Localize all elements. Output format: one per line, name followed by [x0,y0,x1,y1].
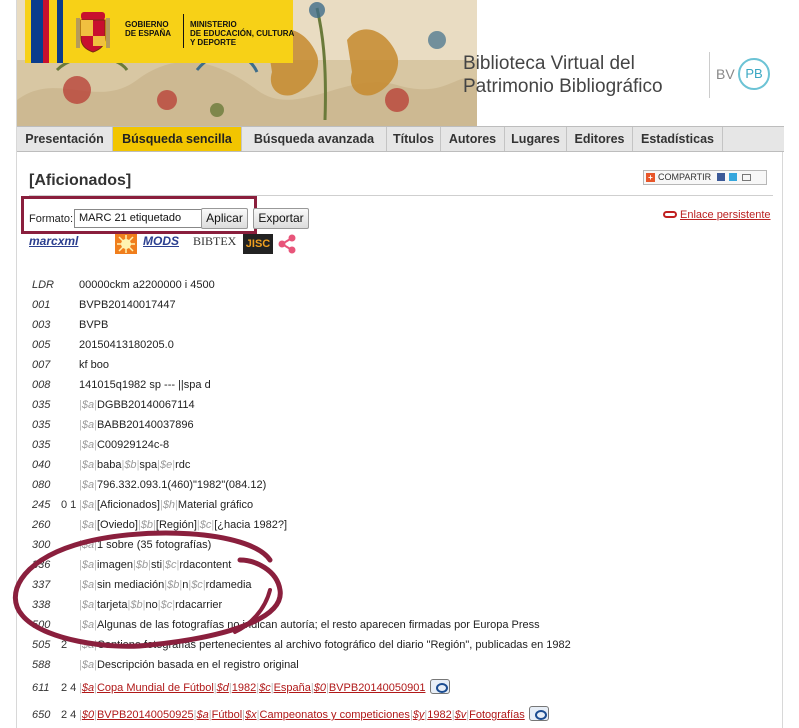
authority-link[interactable]: BVPB20140050901 [329,682,426,694]
spain-flag-icon [31,0,63,63]
page: GOBIERNO DE ESPAÑA MINISTERIO DE EDUCACI… [16,0,784,728]
main-nav: Presentación Búsqueda sencilla Búsqueda … [17,126,784,152]
subfield-link[interactable]: $x [245,709,257,721]
mail-icon [741,174,751,181]
subject-link[interactable]: 1982 [232,682,256,694]
mods-icon[interactable]: MODS [143,234,189,254]
authority-record-icon[interactable] [429,679,450,694]
record-title: [Aficionados] [29,172,132,189]
marcxml-icon[interactable]: marcxml [29,234,113,254]
government-label: GOBIERNO DE ESPAÑA [125,20,172,38]
ministry-label: MINISTERIO DE EDUCACIÓN, CULTURA Y DEPOR… [190,20,295,47]
subfield-link[interactable]: $a [82,682,94,694]
nav-item-busqueda-sencilla[interactable]: Búsqueda sencilla [113,127,242,151]
subfield-link[interactable]: $d [217,682,229,694]
format-label: Formato: [29,213,74,225]
nav-item-estadisticas[interactable]: Estadísticas [633,127,723,151]
nav-item-editores[interactable]: Editores [567,127,633,151]
subfield-link[interactable]: $0 [82,709,94,721]
share-button[interactable]: + COMPARTIR [643,170,767,185]
authority-link[interactable]: BVPB20140050925 [97,709,194,721]
subject-link[interactable]: Copa Mundial de Fútbol [97,682,214,694]
jisc-icon[interactable]: JISC [243,234,273,254]
link-icon [663,211,677,218]
nav-item-busqueda-avanzada[interactable]: Búsqueda avanzada [242,127,387,151]
header-banner: GOBIERNO DE ESPAÑA MINISTERIO DE EDUCACI… [17,0,784,126]
plus-icon: + [646,173,655,182]
subfield-link[interactable]: $0 [314,682,326,694]
bvpb-logo[interactable]: BV PB [709,52,770,98]
coat-of-arms-icon [76,12,110,53]
share-graph-icon[interactable] [277,234,297,254]
subfield-link[interactable]: $y [413,709,425,721]
rdf-icon[interactable] [115,234,137,254]
format-select[interactable]: MARC 21 etiquetado ▼ [74,209,214,228]
subject-link[interactable]: Campeonatos y competiciones [260,709,410,721]
twitter-icon [729,173,738,181]
authority-record-icon[interactable] [528,706,549,721]
subfield-link[interactable]: $a [196,709,208,721]
subject-link[interactable]: Fotografías [469,709,525,721]
export-button[interactable]: Exportar [253,208,309,229]
apply-button[interactable]: Aplicar [201,208,248,229]
nav-item-lugares[interactable]: Lugares [505,127,567,151]
subject-link[interactable]: España [274,682,311,694]
subfield-link[interactable]: $c [259,682,271,694]
permalink-link[interactable]: Enlace persistente [663,209,771,221]
nav-item-autores[interactable]: Autores [441,127,505,151]
bibtex-icon[interactable]: BIBTEX [193,234,239,254]
site-title[interactable]: Biblioteca Virtual del Patrimonio Biblio… [463,52,663,98]
facebook-icon [716,173,725,181]
nav-item-presentacion[interactable]: Presentación [17,127,113,151]
government-logo[interactable]: GOBIERNO DE ESPAÑA MINISTERIO DE EDUCACI… [25,0,295,63]
subfield-link[interactable]: $v [455,709,467,721]
nav-item-titulos[interactable]: Títulos [387,127,441,151]
subject-link[interactable]: Fútbol [212,709,243,721]
subject-link[interactable]: 1982 [427,709,451,721]
